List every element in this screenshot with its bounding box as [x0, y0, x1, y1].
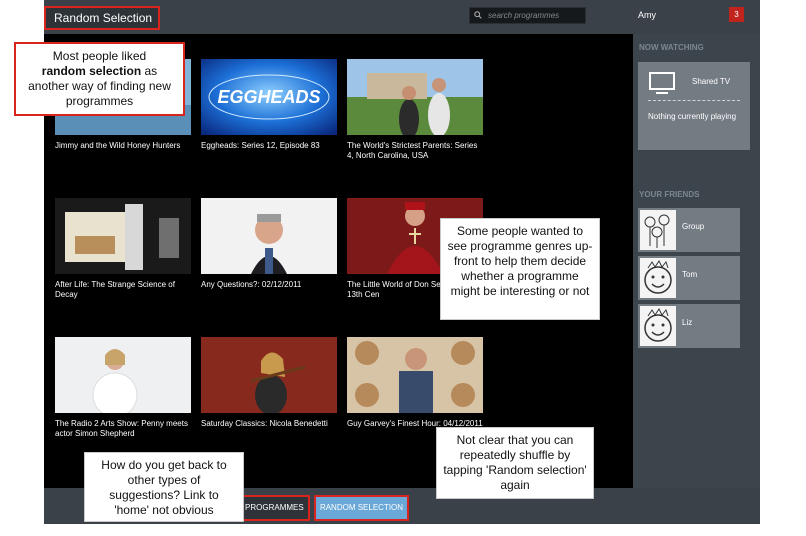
user-name[interactable]: Amy	[638, 10, 656, 20]
smiley-avatar-icon	[640, 258, 676, 298]
programme-tile[interactable]: Guy Garvey's Finest Hour: 04/12/2011	[347, 337, 483, 429]
annotation-home-link: How do you get back to other types of su…	[84, 452, 244, 522]
annotation-text: Most people liked	[52, 49, 147, 63]
programme-thumbnail	[347, 337, 483, 413]
programme-title: The Radio 2 Arts Show: Penny meets actor…	[55, 419, 188, 438]
tv-icon	[649, 72, 675, 94]
programme-title: Eggheads: Series 12, Episode 83	[201, 141, 320, 150]
programme-thumbnail	[347, 59, 483, 135]
group-avatar-icon	[640, 210, 676, 250]
friend-item-group[interactable]: Group	[638, 208, 740, 252]
friends-heading: YOUR FRIENDS	[639, 190, 700, 199]
programme-tile[interactable]: EGGHEADS Eggheads: Series 12, Episode 83	[201, 59, 337, 151]
programme-thumbnail	[55, 198, 191, 274]
friend-name: Liz	[682, 318, 693, 327]
search-placeholder: search programmes	[488, 11, 560, 20]
now-watching-card[interactable]: Shared TV Nothing currently playing	[638, 62, 750, 150]
programme-tile[interactable]: Saturday Classics: Nicola Benedetti	[201, 337, 337, 429]
programme-tile[interactable]: Any Questions?: 02/12/2011	[201, 198, 337, 290]
programme-thumbnail	[201, 198, 337, 274]
programme-title: The World's Strictest Parents: Series 4,…	[347, 141, 478, 160]
programme-thumbnail	[201, 337, 337, 413]
programme-thumbnail	[55, 337, 191, 413]
now-watching-heading: NOW WATCHING	[639, 43, 704, 52]
programme-tile[interactable]: The Radio 2 Arts Show: Penny meets actor…	[55, 337, 191, 439]
programme-tile[interactable]: After Life: The Strange Science of Decay	[55, 198, 191, 300]
programme-title: Saturday Classics: Nicola Benedetti	[201, 419, 328, 428]
programme-title: After Life: The Strange Science of Decay	[55, 280, 175, 299]
annotation-random-selection: Most people liked random selection as an…	[14, 42, 185, 116]
smiley-avatar-icon	[640, 306, 676, 346]
random-selection-tab[interactable]: RANDOM SELECTION	[314, 495, 409, 521]
annotation-emphasis: random selection	[41, 64, 142, 78]
annotation-shuffle: Not clear that you can repeatedly shuffl…	[436, 427, 594, 499]
device-name: Shared TV	[692, 77, 731, 86]
programme-title: Any Questions?: 02/12/2011	[201, 280, 302, 289]
programme-thumbnail: EGGHEADS	[201, 59, 337, 135]
programme-title: Jimmy and the Wild Honey Hunters	[55, 141, 181, 150]
search-input[interactable]: search programmes	[469, 7, 586, 24]
annotation-genres: Some people wanted to see programme genr…	[440, 218, 600, 320]
notification-badge[interactable]: 3	[729, 7, 744, 22]
eggheads-logo-text: EGGHEADS	[217, 87, 320, 107]
divider	[648, 100, 740, 101]
now-playing-status: Nothing currently playing	[648, 112, 737, 121]
friend-item-liz[interactable]: Liz	[638, 304, 740, 348]
programme-tile[interactable]: The World's Strictest Parents: Series 4,…	[347, 59, 483, 161]
friend-name: Tom	[682, 270, 698, 279]
search-icon	[474, 11, 482, 19]
friend-item-tom[interactable]: Tom	[638, 256, 740, 300]
page-title[interactable]: Random Selection	[44, 6, 160, 30]
top-bar: Random Selection search programmes Amy 3	[44, 0, 760, 34]
friend-name: Group	[682, 222, 705, 231]
sidebar: NOW WATCHING Shared TV Nothing currently…	[633, 34, 760, 488]
